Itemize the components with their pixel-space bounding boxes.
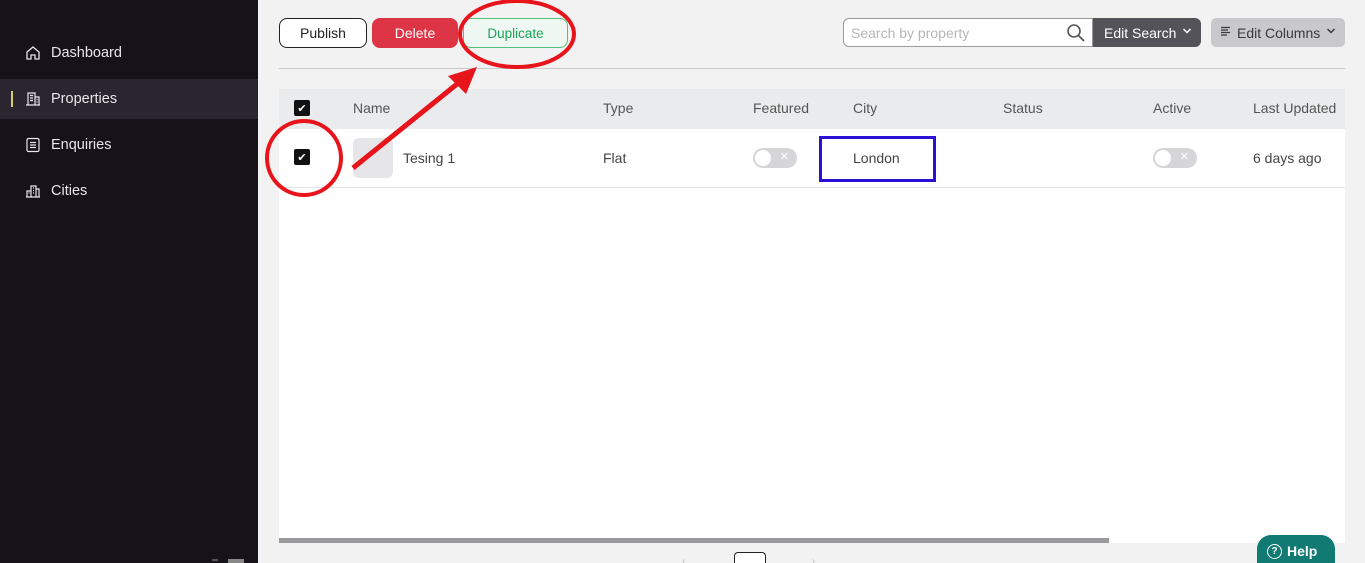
list-icon xyxy=(24,136,42,154)
column-header-last-updated[interactable]: Last Updated xyxy=(1253,100,1336,116)
sidebar-item-label: Cities xyxy=(51,183,88,199)
columns-icon xyxy=(1220,26,1231,39)
property-thumbnail xyxy=(353,138,393,178)
sidebar-item-enquiries[interactable]: Enquiries xyxy=(0,125,258,165)
help-icon: ? xyxy=(1267,544,1282,559)
edit-search-button[interactable]: Edit Search xyxy=(1093,18,1201,47)
chevron-down-icon xyxy=(1326,27,1336,38)
toggle-knob xyxy=(1155,150,1171,166)
sidebar-footer-control[interactable] xyxy=(228,559,244,563)
toggle-knob xyxy=(755,150,771,166)
properties-table: ✔ Name Type Featured City Status Active … xyxy=(279,89,1345,543)
edit-columns-button[interactable]: Edit Columns xyxy=(1211,18,1345,47)
column-header-type[interactable]: Type xyxy=(603,100,633,116)
table-header: ✔ Name Type Featured City Status Active … xyxy=(279,89,1345,129)
sidebar-item-properties[interactable]: Properties xyxy=(0,79,258,119)
chevron-down-icon xyxy=(1182,27,1192,38)
sidebar-item-label: Properties xyxy=(51,91,118,107)
edit-columns-label: Edit Columns xyxy=(1237,24,1321,41)
collapse-handle[interactable] xyxy=(212,559,218,563)
sidebar-item-label: Dashboard xyxy=(51,45,122,61)
column-header-featured[interactable]: Featured xyxy=(753,100,809,116)
column-header-active[interactable]: Active xyxy=(1153,100,1191,116)
toolbar-divider xyxy=(279,68,1345,69)
help-button[interactable]: ? Help xyxy=(1257,535,1335,563)
column-header-name[interactable]: Name xyxy=(353,100,390,116)
featured-toggle[interactable]: ✕ xyxy=(753,148,797,168)
horizontal-scrollbar[interactable] xyxy=(279,538,1109,543)
delete-button[interactable]: Delete xyxy=(372,18,458,48)
sidebar: Dashboard Properties Enquiries Cities xyxy=(0,0,258,563)
search-icon[interactable] xyxy=(1066,23,1086,43)
column-header-city[interactable]: City xyxy=(853,100,877,116)
sidebar-item-dashboard[interactable]: Dashboard xyxy=(0,33,258,73)
publish-button[interactable]: Publish xyxy=(279,18,367,48)
search-input[interactable] xyxy=(851,24,1061,42)
sidebar-item-cities[interactable]: Cities xyxy=(0,171,258,211)
column-header-status[interactable]: Status xyxy=(1003,100,1043,116)
close-icon: ✕ xyxy=(1179,151,1189,163)
chevron-right-icon[interactable]: › xyxy=(812,556,815,563)
sidebar-item-label: Enquiries xyxy=(51,137,112,153)
city-highlight-box xyxy=(819,136,936,182)
duplicate-button[interactable]: Duplicate xyxy=(463,18,568,48)
edit-search-label: Edit Search xyxy=(1104,24,1177,41)
close-icon: ✕ xyxy=(779,151,789,163)
home-icon xyxy=(24,44,42,62)
table-row[interactable]: ✔ Tesing 1 Flat ✕ London ✕ 6 days ago xyxy=(279,129,1345,188)
search-box xyxy=(843,18,1093,47)
pagination-current-page[interactable] xyxy=(734,552,766,563)
help-label: Help xyxy=(1287,543,1318,559)
chevron-left-icon[interactable]: ‹ xyxy=(682,556,685,563)
building-icon xyxy=(24,90,42,108)
cell-name[interactable]: Tesing 1 xyxy=(403,150,455,166)
select-all-checkbox[interactable]: ✔ xyxy=(294,100,310,116)
cell-last-updated: 6 days ago xyxy=(1253,150,1322,166)
city-icon xyxy=(24,182,42,200)
active-toggle[interactable]: ✕ xyxy=(1153,148,1197,168)
cell-type: Flat xyxy=(603,150,627,166)
row-checkbox[interactable]: ✔ xyxy=(294,149,310,165)
